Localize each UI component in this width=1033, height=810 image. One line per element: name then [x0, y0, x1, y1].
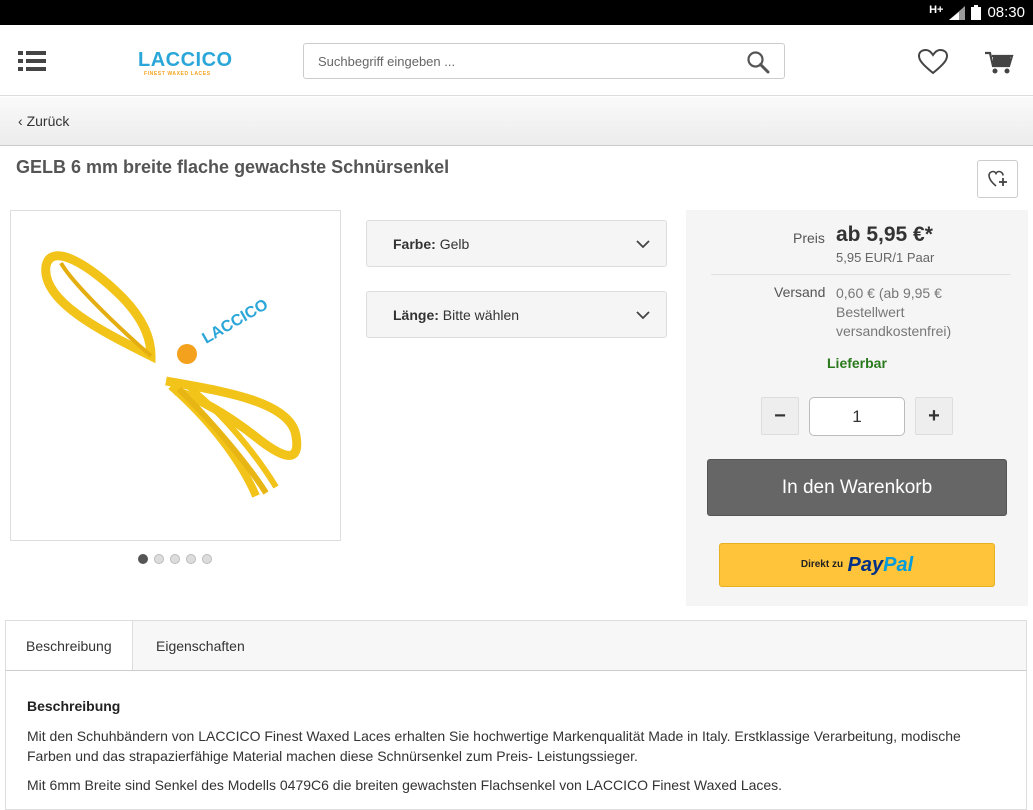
tab-description[interactable]: Beschreibung — [6, 621, 133, 671]
heart-plus-icon — [988, 170, 1007, 187]
divider — [711, 274, 1011, 275]
back-link[interactable]: ‹ Zurück — [18, 113, 69, 129]
carousel-dot[interactable] — [154, 554, 164, 564]
color-select-value: Gelb — [439, 236, 470, 252]
paypal-prefix: Direkt zu — [800, 559, 844, 570]
product-image[interactable]: LACCICO — [10, 210, 341, 541]
logo-tagline: FINEST WAXED LACES — [144, 71, 211, 77]
description-panel: Beschreibung Mit den Schuhbändern von LA… — [5, 670, 1027, 810]
chevron-down-icon — [636, 236, 650, 254]
length-select-label: Länge: — [393, 307, 439, 323]
chevron-down-icon — [636, 307, 650, 325]
laccico-logo[interactable]: LACCICO FINEST WAXED LACES — [138, 49, 233, 79]
clock: 08:30 — [987, 4, 1025, 21]
cart-icon[interactable] — [984, 49, 1014, 75]
logo-brand: LACCICO — [138, 49, 233, 71]
price-label: Preis — [793, 230, 825, 246]
shipping-value: 0,60 € (ab 9,95 € Bestellwert versandkos… — [836, 285, 952, 339]
description-paragraph: Mit den Schuhbändern von LACCICO Finest … — [27, 728, 961, 764]
quantity-input[interactable]: 1 — [809, 397, 905, 436]
price-value: ab 5,95 €* — [836, 223, 933, 246]
chevron-left-icon: ‹ — [18, 113, 23, 129]
buy-box: Preis ab 5,95 €* 5,95 EUR/1 Paar Versand… — [686, 210, 1028, 606]
product-title: GELB 6 mm breite flache gewachste Schnür… — [16, 157, 450, 177]
add-to-wishlist-button[interactable] — [977, 160, 1018, 198]
svg-text:LACCICO: LACCICO — [200, 296, 272, 347]
shipping-label: Versand — [774, 284, 826, 300]
yellow-laces-image: LACCICO — [41, 251, 302, 498]
search-input[interactable] — [318, 44, 738, 78]
carousel-dot[interactable] — [186, 554, 196, 564]
price-unit: 5,95 EUR/1 Paar — [836, 250, 935, 265]
length-select[interactable]: Länge: Bitte wählen — [366, 291, 667, 338]
tab-properties[interactable]: Eigenschaften — [136, 621, 265, 671]
network-type: H+ — [929, 3, 944, 16]
search-icon[interactable] — [746, 50, 770, 74]
wishlist-heart-icon[interactable] — [917, 48, 949, 75]
color-select-label: Farbe: — [393, 236, 436, 252]
carousel-dot[interactable] — [202, 554, 212, 564]
paypal-logo: PayPal — [847, 554, 914, 576]
availability-status: Lieferbar — [827, 355, 887, 371]
quantity-increase-button[interactable]: + — [915, 397, 953, 435]
back-bar: ‹ Zurück — [0, 97, 1033, 146]
description-heading: Beschreibung — [27, 698, 121, 714]
top-navigation-bar: LACCICO FINEST WAXED LACES — [0, 25, 1033, 96]
battery-icon — [971, 5, 982, 20]
paypal-express-button[interactable]: Direkt zu PayPal — [719, 543, 995, 587]
product-tabs: Beschreibung Eigenschaften — [5, 620, 1027, 671]
description-paragraph: Mit 6mm Breite sind Senkel des Modells 0… — [27, 777, 783, 793]
length-select-value: Bitte wählen — [442, 307, 520, 323]
status-bar: H+ 08:30 — [0, 0, 1033, 25]
carousel-dot[interactable] — [138, 554, 148, 564]
add-to-cart-button[interactable]: In den Warenkorb — [707, 459, 1007, 516]
signal-icon — [949, 5, 966, 20]
color-select[interactable]: Farbe: Gelb — [366, 220, 667, 267]
quantity-decrease-button[interactable]: − — [761, 397, 799, 435]
image-carousel-dots — [138, 554, 212, 564]
back-label: Zurück — [26, 113, 70, 129]
menu-icon[interactable] — [18, 49, 48, 73]
carousel-dot[interactable] — [170, 554, 180, 564]
search-box — [303, 43, 785, 79]
